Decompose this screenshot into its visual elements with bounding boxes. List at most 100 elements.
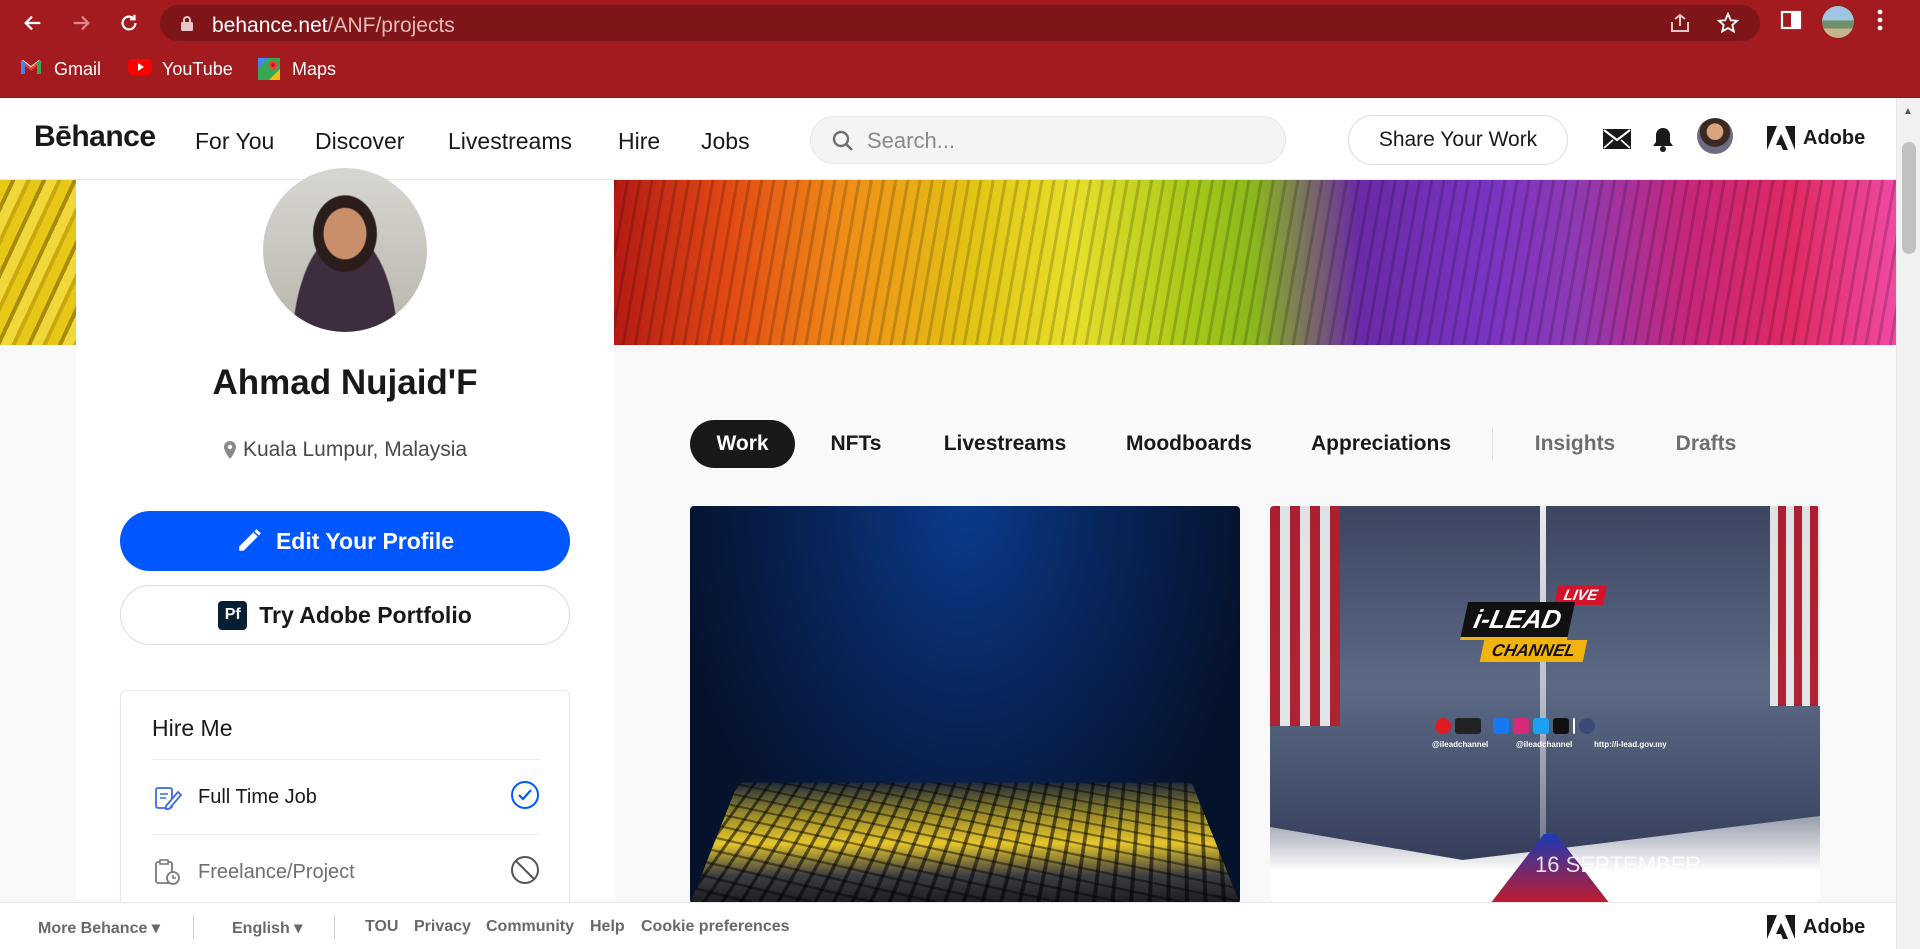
twitter-icon (1533, 718, 1549, 734)
user-avatar[interactable] (1697, 118, 1733, 154)
scroll-up-arrow-icon[interactable]: ▲ (1903, 106, 1913, 117)
ilead-mini-icon (1455, 718, 1481, 734)
search-bar[interactable] (810, 116, 1286, 164)
search-icon (831, 129, 855, 158)
profile-sidebar: Ahmad Nujaid'F Kuala Lumpur, Malaysia Ed… (76, 168, 614, 920)
site-footer: More Behance ▾ English ▾ TOU Privacy Com… (0, 902, 1896, 949)
bookmark-youtube[interactable]: YouTube (128, 58, 233, 80)
hire-me-title: Hire Me (152, 715, 233, 741)
portfolio-label: Try Adobe Portfolio (259, 601, 472, 628)
tab-drafts[interactable]: Drafts (1660, 420, 1752, 468)
tab-divider (1492, 428, 1493, 460)
footer-link-privacy[interactable]: Privacy (414, 918, 471, 936)
adobe-portfolio-icon: Pf (218, 600, 248, 630)
footer-link-community[interactable]: Community (486, 918, 574, 936)
more-behance-dropdown[interactable]: More Behance ▾ (38, 918, 160, 938)
globe-icon (1579, 718, 1595, 734)
nav-for-you[interactable]: For You (195, 128, 274, 155)
youtube-icon (1435, 718, 1451, 734)
tab-work[interactable]: Work (690, 420, 795, 468)
edit-profile-button[interactable]: Edit Your Profile (120, 511, 570, 571)
adobe-label: Adobe (1803, 126, 1866, 149)
profile-banner-left (0, 180, 76, 345)
nav-discover[interactable]: Discover (315, 128, 404, 155)
maps-icon (258, 58, 280, 80)
nav-hire[interactable]: Hire (618, 128, 660, 155)
tab-appreciations[interactable]: Appreciations (1301, 420, 1461, 468)
bookmark-maps[interactable]: Maps (258, 58, 336, 80)
chevron-down-icon: ▾ (294, 920, 303, 937)
hire-option-label: Freelance/Project (198, 860, 355, 883)
footer-link-help[interactable]: Help (590, 918, 625, 936)
adobe-link[interactable]: Adobe (1767, 126, 1865, 150)
tab-livestreams[interactable]: Livestreams (930, 420, 1080, 468)
clipboard-clock-icon (155, 859, 180, 885)
ilead-channel-logo: LIVE i-LEAD CHANNEL (1459, 586, 1614, 676)
tab-moodboards[interactable]: Moodboards (1114, 420, 1264, 468)
pencil-icon (239, 529, 261, 551)
check-circle-icon (510, 780, 540, 815)
tab-nfts[interactable]: NFTs (816, 420, 896, 468)
flag-decoration (1770, 506, 1820, 706)
scrollbar-thumb[interactable] (1902, 142, 1916, 254)
chevron-down-icon: ▾ (151, 920, 160, 937)
share-page-icon[interactable] (1668, 13, 1692, 33)
page-scrollbar[interactable]: ▲ (1896, 98, 1920, 949)
back-button[interactable] (18, 8, 48, 38)
side-panel-icon[interactable] (1780, 8, 1802, 37)
footer-link-tou[interactable]: TOU (365, 918, 398, 936)
date-text: 16 SEPTEMBER (1535, 852, 1702, 877)
footer-divider (193, 915, 194, 939)
bookmark-gmail[interactable]: Gmail (20, 58, 101, 80)
try-adobe-portfolio-button[interactable]: Pf Try Adobe Portfolio (120, 585, 570, 645)
site-header: Bēhance For You Discover Livestreams Hir… (0, 98, 1896, 180)
contract-pen-icon (155, 787, 182, 810)
project-thumbnail-art (690, 782, 1240, 904)
search-input[interactable] (867, 127, 1267, 155)
profile-location: Kuala Lumpur, Malaysia (76, 438, 614, 462)
instagram-icon (1513, 718, 1529, 734)
hire-option-full-time[interactable]: Full Time Job (152, 759, 540, 834)
url-text: behance.net/ANF/projects (212, 14, 455, 37)
ilead-brand: i-LEAD (1459, 602, 1575, 640)
bookmark-label: Gmail (54, 58, 102, 79)
reload-button[interactable] (114, 8, 144, 38)
social-icons (1435, 718, 1595, 734)
social-divider (1573, 718, 1575, 734)
footer-adobe-link[interactable]: Adobe (1767, 915, 1865, 939)
profile-banner (614, 180, 1896, 345)
footer-link-cookie-preferences[interactable]: Cookie preferences (641, 918, 790, 936)
footer-divider (334, 915, 335, 939)
mail-icon[interactable] (1603, 129, 1631, 154)
tiktok-icon (1553, 718, 1569, 734)
location-pin-icon (223, 441, 236, 459)
notifications-bell-icon[interactable] (1652, 126, 1674, 157)
browser-toolbar: behance.net/ANF/projects (0, 0, 1920, 45)
nav-jobs[interactable]: Jobs (701, 128, 750, 155)
browser-profile-avatar[interactable] (1822, 6, 1854, 38)
hire-option-label: Full Time Job (198, 785, 317, 808)
project-card[interactable]: LIVE i-LEAD CHANNEL @ileadchannel @ilead… (1270, 506, 1820, 904)
hire-me-card: Hire Me Full Time Job Freelance/Project (120, 690, 570, 920)
channel-label: CHANNEL (1479, 640, 1588, 662)
bookmark-star-icon[interactable] (1716, 12, 1740, 34)
tab-insights[interactable]: Insights (1525, 420, 1625, 468)
edit-profile-label: Edit Your Profile (275, 527, 455, 554)
language-dropdown[interactable]: English ▾ (232, 918, 302, 938)
nav-livestreams[interactable]: Livestreams (448, 128, 572, 155)
adobe-logo-icon (1767, 126, 1795, 150)
forward-button[interactable] (66, 8, 96, 38)
project-card[interactable] (690, 506, 1240, 904)
unavailable-circle-icon (510, 855, 540, 890)
address-bar[interactable]: behance.net/ANF/projects (160, 5, 1760, 41)
facebook-icon (1493, 718, 1509, 734)
social-handle: @ileadchannel (1516, 740, 1573, 749)
profile-avatar[interactable] (263, 168, 427, 332)
gmail-icon (20, 58, 42, 80)
behance-logo[interactable]: Bēhance (34, 120, 156, 154)
share-your-work-button[interactable]: Share Your Work (1348, 115, 1568, 165)
adobe-logo-icon (1767, 915, 1795, 939)
browser-menu-icon[interactable] (1876, 8, 1884, 37)
hire-option-freelance[interactable]: Freelance/Project (152, 834, 540, 909)
